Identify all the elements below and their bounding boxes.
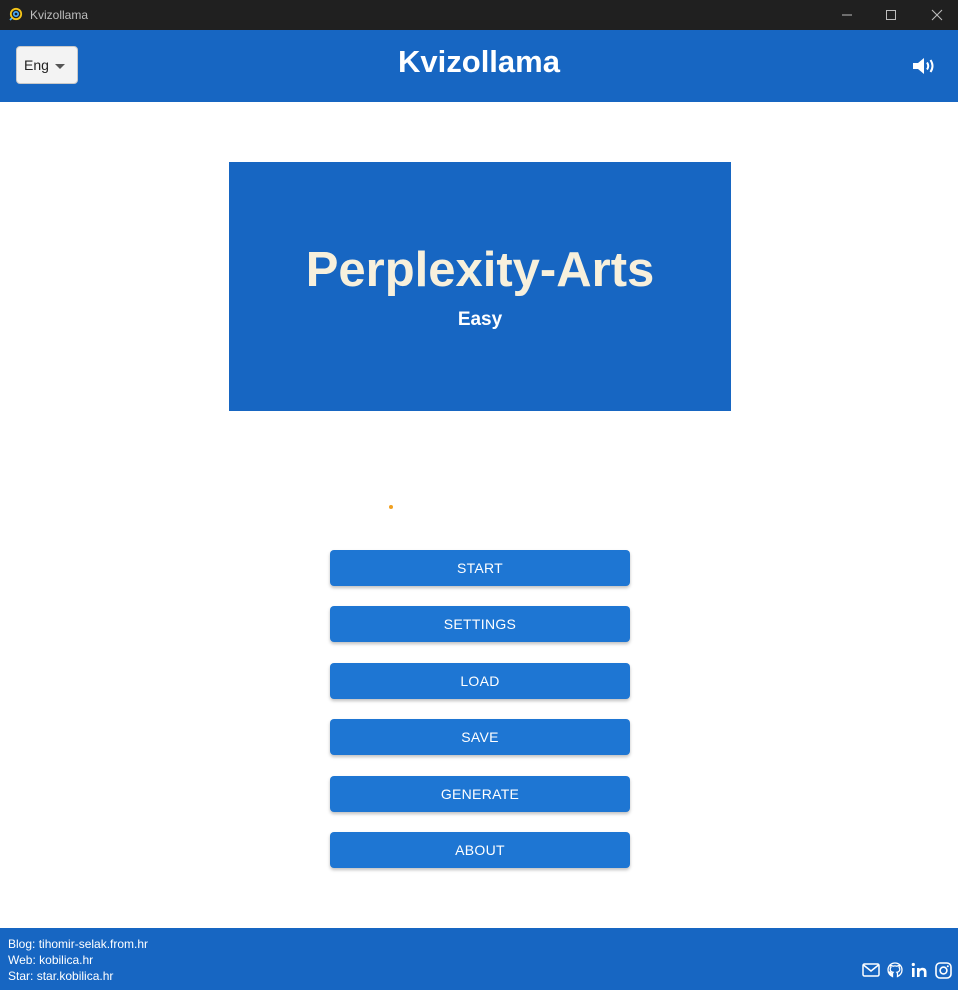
- start-button[interactable]: START: [330, 550, 630, 586]
- mail-icon: [862, 963, 880, 977]
- blog-line: Blog: tihomir-selak.from.hr: [8, 936, 148, 952]
- quiz-title: Perplexity-Arts: [305, 243, 655, 297]
- star-link[interactable]: star.kobilica.hr: [37, 969, 114, 983]
- title-bar: Kvizollama: [0, 0, 958, 30]
- star-line: Star: star.kobilica.hr: [8, 968, 148, 984]
- difficulty-label: Easy: [457, 309, 503, 330]
- minimize-icon: [842, 14, 852, 16]
- quiz-banner: Perplexity-Arts Easy: [229, 162, 731, 411]
- blog-label: Blog:: [8, 937, 36, 951]
- window-title: Kvizollama: [30, 8, 89, 22]
- about-button[interactable]: ABOUT: [330, 832, 630, 868]
- app-title: Kvizollama: [398, 44, 560, 79]
- footer-links: Blog: tihomir-selak.from.hr Web: kobilic…: [8, 936, 148, 984]
- load-button[interactable]: LOAD: [330, 663, 630, 699]
- settings-button[interactable]: SETTINGS: [330, 606, 630, 642]
- footer: Blog: tihomir-selak.from.hr Web: kobilic…: [0, 928, 958, 990]
- loading-indicator: [389, 505, 393, 509]
- web-line: Web: kobilica.hr: [8, 952, 148, 968]
- volume-button[interactable]: [910, 54, 938, 78]
- app-bar: Eng Kvizollama: [0, 30, 958, 102]
- maximize-button[interactable]: [868, 0, 914, 30]
- instagram-icon: [934, 961, 952, 979]
- linkedin-icon: [911, 962, 926, 977]
- close-icon: [931, 9, 943, 21]
- app-logo-icon: [9, 7, 23, 21]
- app-window: Kvizollama Eng Kvizollama Perplexity-Art…: [0, 0, 958, 990]
- blog-link[interactable]: tihomir-selak.from.hr: [39, 937, 148, 951]
- volume-icon: [913, 58, 934, 74]
- web-label: Web:: [8, 953, 36, 967]
- generate-button[interactable]: GENERATE: [330, 776, 630, 812]
- mail-link[interactable]: [861, 960, 881, 980]
- github-link[interactable]: [885, 960, 905, 980]
- github-icon: [887, 961, 903, 977]
- linkedin-link[interactable]: [909, 960, 929, 980]
- instagram-link[interactable]: [933, 960, 953, 980]
- close-button[interactable]: [914, 0, 958, 30]
- maximize-icon: [886, 10, 896, 20]
- web-link[interactable]: kobilica.hr: [39, 953, 93, 967]
- minimize-button[interactable]: [824, 0, 870, 30]
- star-label: Star:: [8, 969, 34, 983]
- save-button[interactable]: SAVE: [330, 719, 630, 755]
